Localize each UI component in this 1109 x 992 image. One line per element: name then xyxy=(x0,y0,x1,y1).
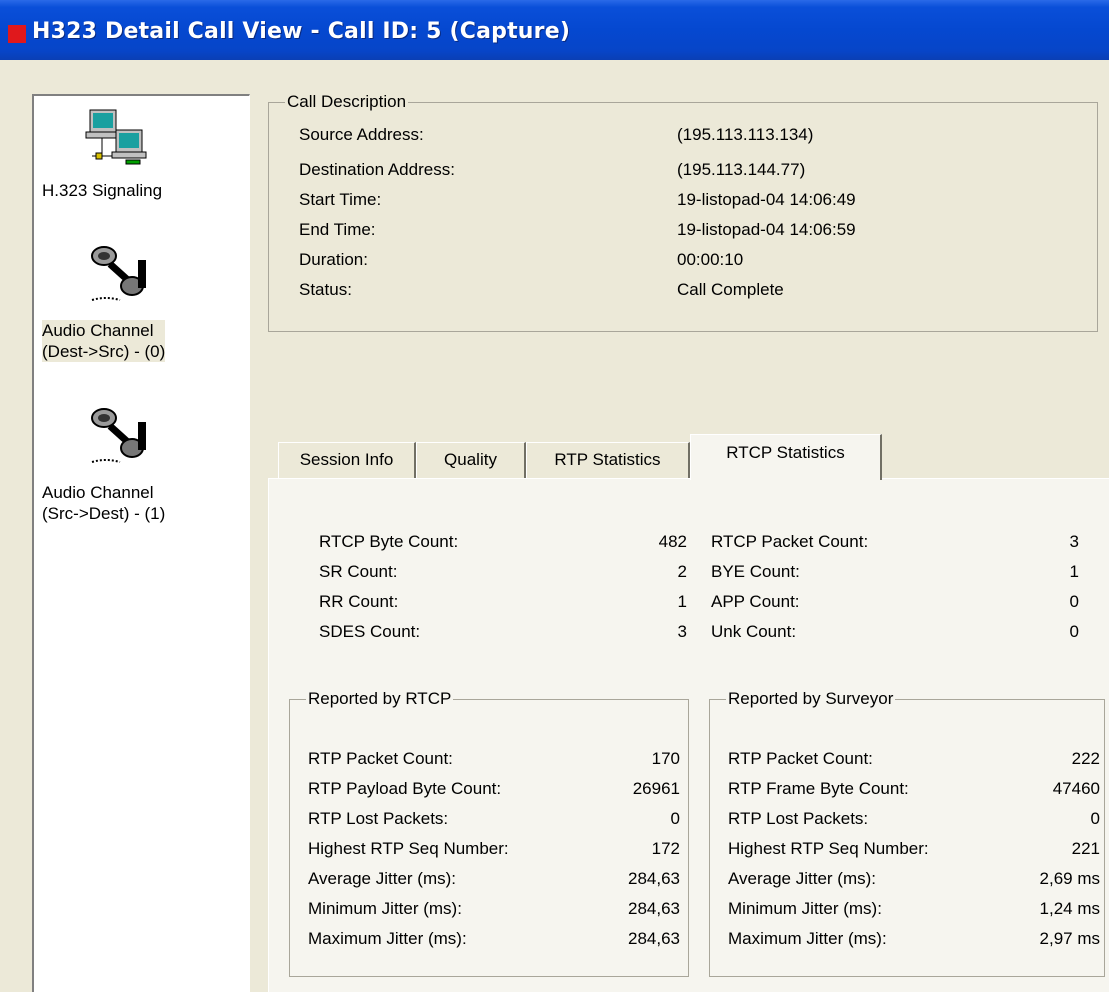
sdes-count-label: SDES Count: xyxy=(319,622,421,641)
sidebar-item-audio-src-dest[interactable]: Audio Channel (Src->Dest) - (1) xyxy=(34,386,244,546)
rtcp-byte-count-value: 482 xyxy=(658,532,687,551)
sidebar-item-label: Audio Channel (Src->Dest) - (1) xyxy=(42,483,166,523)
app-count-value: 0 xyxy=(1069,592,1079,611)
sidebar-item-audio-dest-src[interactable]: Audio Channel (Dest->Src) - (0) xyxy=(34,224,244,384)
end-time-label: End Time: xyxy=(299,220,376,239)
bye-count-value: 1 xyxy=(1069,562,1079,581)
rtcp-packet-count-label: RTCP Packet Count: xyxy=(711,532,869,551)
call-description-group: Call Description Source Address: (195.11… xyxy=(268,91,1098,332)
surveyor-average-jitter-value: 2,69 ms xyxy=(1039,869,1100,888)
rtcp-rtp-payload-byte-count-value: 26961 xyxy=(632,779,680,798)
audio-channel-icon xyxy=(91,408,146,463)
dialog-body: H.323 Signaling Audio Channel (Dest->Src… xyxy=(0,60,1109,992)
surveyor-maximum-jitter-label: Maximum Jitter (ms): xyxy=(728,929,887,948)
sidebar-item-h323-signaling[interactable]: H.323 Signaling xyxy=(34,96,244,216)
rtcp-rtp-packet-count-value: 170 xyxy=(651,749,680,768)
source-address-value: (195.113.113.134) xyxy=(677,125,814,144)
audio-channel-icon xyxy=(91,246,146,301)
group-legend: Reported by RTCP xyxy=(306,688,454,710)
reported-by-surveyor-group: Reported by Surveyor RTP Packet Count: 2… xyxy=(709,688,1105,977)
tab-quality[interactable]: Quality xyxy=(416,442,526,478)
rtcp-rtp-payload-byte-count-label: RTP Payload Byte Count: xyxy=(308,779,502,798)
rtcp-average-jitter-value: 284,63 xyxy=(628,869,680,888)
sdes-count-value: 3 xyxy=(677,622,687,641)
tab-rtcp-statistics[interactable]: RTCP Statistics xyxy=(690,434,882,480)
rtcp-statistics-panel: RTCP Byte Count: 482 SR Count: 2 RR Coun… xyxy=(268,478,1109,992)
rtcp-minimum-jitter-value: 284,63 xyxy=(628,899,680,918)
rtcp-packet-count-value: 3 xyxy=(1069,532,1079,551)
rtcp-rtp-lost-packets-value: 0 xyxy=(670,809,680,828)
rtcp-byte-count-label: RTCP Byte Count: xyxy=(319,532,459,551)
unk-count-value: 0 xyxy=(1069,622,1079,641)
sidebar-item-label: Audio Channel (Dest->Src) - (0) xyxy=(42,320,166,362)
sidebar-item-label: H.323 Signaling xyxy=(42,181,163,200)
rtcp-rtp-lost-packets-label: RTP Lost Packets: xyxy=(308,809,449,828)
surveyor-highest-seq-label: Highest RTP Seq Number: xyxy=(728,839,929,858)
destination-address-label: Destination Address: xyxy=(299,160,455,179)
rtcp-maximum-jitter-label: Maximum Jitter (ms): xyxy=(308,929,467,948)
group-legend: Call Description xyxy=(285,91,409,113)
surveyor-minimum-jitter-label: Minimum Jitter (ms): xyxy=(728,899,882,918)
rtcp-minimum-jitter-label: Minimum Jitter (ms): xyxy=(308,899,462,918)
rtcp-highest-seq-value: 172 xyxy=(651,839,680,858)
status-value: Call Complete xyxy=(677,280,784,299)
source-address-label: Source Address: xyxy=(299,125,424,144)
surveyor-rtp-packet-count-value: 222 xyxy=(1071,749,1100,768)
surveyor-rtp-lost-packets-value: 0 xyxy=(1090,809,1100,828)
sr-count-label: SR Count: xyxy=(319,562,398,581)
duration-label: Duration: xyxy=(299,250,368,269)
surveyor-minimum-jitter-value: 1,24 ms xyxy=(1039,899,1100,918)
channel-list[interactable]: H.323 Signaling Audio Channel (Dest->Src… xyxy=(32,94,250,992)
surveyor-rtp-lost-packets-label: RTP Lost Packets: xyxy=(728,809,869,828)
surveyor-rtp-frame-byte-count-value: 47460 xyxy=(1052,779,1100,798)
rtcp-highest-seq-label: Highest RTP Seq Number: xyxy=(308,839,509,858)
bye-count-label: BYE Count: xyxy=(711,562,800,581)
rtcp-maximum-jitter-value: 284,63 xyxy=(628,929,680,948)
destination-address-value: (195.113.144.77) xyxy=(677,160,806,179)
end-time-value: 19-listopad-04 14:06:59 xyxy=(677,220,856,239)
start-time-label: Start Time: xyxy=(299,190,382,209)
group-legend: Reported by Surveyor xyxy=(726,688,896,710)
tab-rtp-statistics[interactable]: RTP Statistics xyxy=(526,442,690,478)
app-icon[interactable] xyxy=(8,25,26,43)
rr-count-value: 1 xyxy=(677,592,687,611)
window-title: H323 Detail Call View - Call ID: 5 (Capt… xyxy=(32,19,571,44)
network-computers-icon xyxy=(85,109,147,165)
surveyor-rtp-frame-byte-count-label: RTP Frame Byte Count: xyxy=(728,779,909,798)
duration-value: 00:00:10 xyxy=(677,250,744,269)
status-label: Status: xyxy=(299,280,352,299)
surveyor-average-jitter-label: Average Jitter (ms): xyxy=(728,869,877,888)
surveyor-maximum-jitter-value: 2,97 ms xyxy=(1039,929,1100,948)
window-titlebar[interactable]: H323 Detail Call View - Call ID: 5 (Capt… xyxy=(0,0,1109,60)
app-count-label: APP Count: xyxy=(711,592,800,611)
unk-count-label: Unk Count: xyxy=(711,622,797,641)
tab-session-info[interactable]: Session Info xyxy=(278,442,416,478)
sr-count-value: 2 xyxy=(677,562,687,581)
rtcp-average-jitter-label: Average Jitter (ms): xyxy=(308,869,457,888)
rtcp-rtp-packet-count-label: RTP Packet Count: xyxy=(308,749,453,768)
rr-count-label: RR Count: xyxy=(319,592,399,611)
start-time-value: 19-listopad-04 14:06:49 xyxy=(677,190,856,209)
surveyor-highest-seq-value: 221 xyxy=(1071,839,1100,858)
reported-by-rtcp-group: Reported by RTCP RTP Packet Count: 170 R… xyxy=(289,688,689,977)
surveyor-rtp-packet-count-label: RTP Packet Count: xyxy=(728,749,873,768)
